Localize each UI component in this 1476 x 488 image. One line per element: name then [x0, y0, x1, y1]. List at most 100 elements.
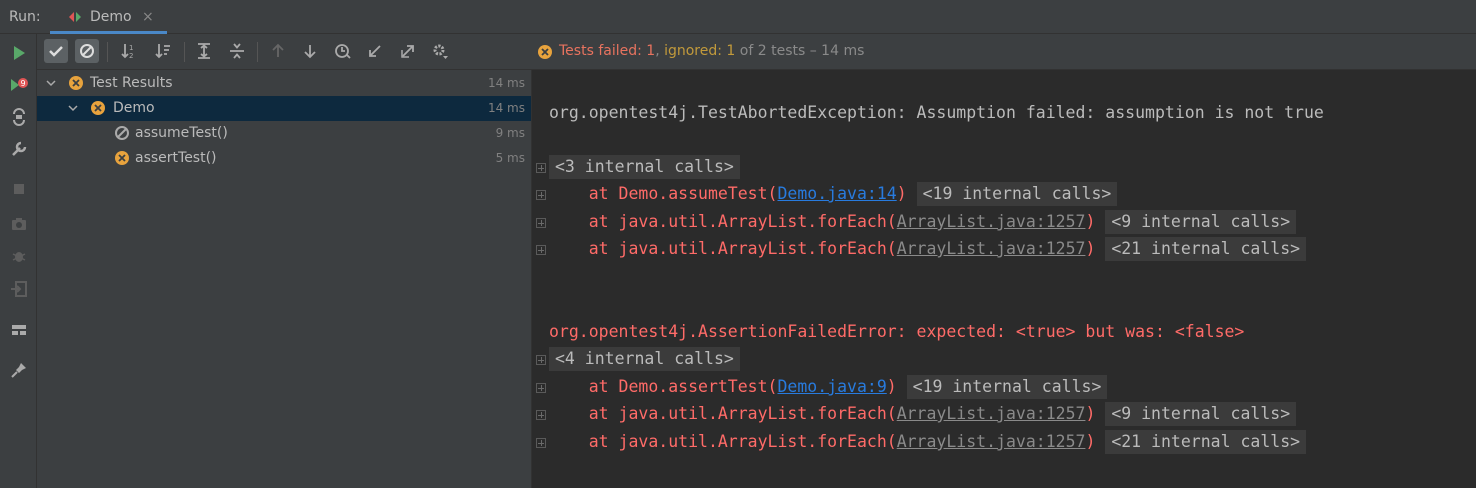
- folded-internal-calls[interactable]: <9 internal calls>: [1105, 210, 1297, 234]
- folded-internal-calls[interactable]: <21 internal calls>: [1105, 237, 1307, 261]
- import-icon[interactable]: [9, 279, 29, 299]
- check-icon: [49, 46, 63, 57]
- gear-icon: [433, 44, 448, 59]
- stack-frame: at Demo.assumeTest(Demo.java:14) <19 int…: [549, 182, 1118, 206]
- expand-fold-icon[interactable]: [536, 410, 546, 420]
- run-tool-window-header: Run: Demo ×: [0, 0, 1476, 34]
- tree-row-label: assumeTest(): [135, 125, 228, 141]
- show-passed-button[interactable]: [44, 39, 68, 63]
- test-failed-icon: [69, 76, 83, 90]
- wrench-icon[interactable]: [9, 139, 29, 159]
- test-tree-toolbar: 12: [37, 34, 532, 70]
- rerun-icon[interactable]: [9, 43, 29, 63]
- tab-demo[interactable]: Demo ×: [50, 0, 167, 34]
- arrow-down-icon: [304, 45, 316, 59]
- folded-internal-calls[interactable]: <4 internal calls>: [549, 347, 740, 371]
- folded-internal-calls[interactable]: <19 internal calls>: [906, 375, 1108, 399]
- source-link[interactable]: Demo.java:9: [777, 377, 886, 396]
- toggle-auto-test-icon[interactable]: [9, 107, 29, 127]
- svg-text:9: 9: [21, 79, 26, 88]
- tree-row-label: assertTest(): [135, 150, 217, 166]
- next-failed-button[interactable]: [298, 39, 322, 63]
- close-icon[interactable]: ×: [142, 9, 154, 25]
- stack-frame: at java.util.ArrayList.forEach(ArrayList…: [549, 402, 1297, 426]
- test-failed-icon: [538, 45, 552, 59]
- camera-icon[interactable]: [9, 214, 29, 234]
- svg-text:2: 2: [129, 52, 133, 60]
- clock-icon: [335, 44, 351, 59]
- test-results-tree: Test Results 14 ms Demo 14 ms assumeTest…: [37, 70, 532, 488]
- import-tests-button[interactable]: [363, 39, 387, 63]
- run-side-toolbar: 9: [0, 34, 37, 488]
- status-separator: ,: [655, 43, 665, 59]
- expand-fold-icon[interactable]: [536, 245, 546, 255]
- tree-row-assert-test[interactable]: assertTest() 5 ms: [37, 146, 531, 171]
- chevron-down-icon[interactable]: [45, 77, 57, 89]
- test-failed-icon: [115, 151, 129, 165]
- previous-failed-button[interactable]: [266, 39, 290, 63]
- expand-fold-icon[interactable]: [536, 190, 546, 200]
- junit-config-icon: [69, 12, 81, 22]
- stop-icon[interactable]: [9, 179, 29, 199]
- failed-count: Tests failed: 1: [559, 43, 656, 59]
- tree-row-demo[interactable]: Demo 14 ms: [37, 96, 531, 121]
- tree-row-label: Test Results: [90, 75, 173, 91]
- collapse-all-icon: [230, 43, 244, 59]
- tree-row-time: 5 ms: [495, 151, 525, 165]
- debug-bug-icon[interactable]: [9, 246, 29, 266]
- folded-internal-calls[interactable]: <19 internal calls>: [916, 182, 1118, 206]
- tab-label: Demo: [90, 9, 132, 25]
- sort-alpha-icon: 12: [121, 44, 133, 60]
- status-total: of 2 tests – 14 ms: [735, 43, 865, 59]
- export-tests-button[interactable]: [396, 39, 420, 63]
- rerun-failed-icon[interactable]: 9: [9, 75, 29, 95]
- source-link[interactable]: ArrayList.java:1257: [897, 212, 1086, 231]
- arrow-up-right-icon: [401, 45, 414, 58]
- expand-fold-icon[interactable]: [536, 438, 546, 448]
- test-status-text: Tests failed: 1, ignored: 1 of 2 tests –…: [559, 43, 864, 59]
- stack-frame: at Demo.assertTest(Demo.java:9) <19 inte…: [549, 375, 1108, 399]
- console-output[interactable]: org.opentest4j.TestAbortedException: Ass…: [532, 70, 1476, 488]
- expand-fold-icon[interactable]: [536, 355, 546, 365]
- sort-duration-icon: [155, 44, 170, 59]
- source-link[interactable]: ArrayList.java:1257: [897, 239, 1086, 258]
- folded-internal-calls[interactable]: <21 internal calls>: [1105, 430, 1307, 454]
- tree-row-label: Demo: [113, 100, 155, 116]
- source-link[interactable]: ArrayList.java:1257: [897, 404, 1086, 423]
- folded-internal-calls[interactable]: <9 internal calls>: [1105, 402, 1297, 426]
- expand-fold-icon[interactable]: [536, 218, 546, 228]
- ignored-icon: [80, 44, 94, 58]
- test-history-button[interactable]: [331, 39, 355, 63]
- run-label: Run:: [9, 9, 41, 25]
- stack-frame: at java.util.ArrayList.forEach(ArrayList…: [549, 210, 1297, 234]
- exception-message: org.opentest4j.AssertionFailedError: exp…: [549, 322, 1245, 341]
- layout-icon[interactable]: [9, 320, 29, 340]
- arrow-down-left-icon: [369, 45, 381, 57]
- test-failed-icon: [91, 101, 105, 115]
- tree-row-test-results[interactable]: Test Results 14 ms: [37, 71, 531, 96]
- test-ignored-icon: [115, 126, 129, 140]
- collapse-all-button[interactable]: [225, 39, 249, 63]
- expand-all-button[interactable]: [192, 39, 216, 63]
- ignored-count: ignored: 1: [664, 43, 736, 59]
- test-status-bar: Tests failed: 1, ignored: 1 of 2 tests –…: [532, 34, 1476, 70]
- tree-row-time: 14 ms: [487, 76, 525, 90]
- show-ignored-button[interactable]: [75, 39, 99, 63]
- tree-row-time: 14 ms: [487, 101, 525, 115]
- stack-frame: at java.util.ArrayList.forEach(ArrayList…: [549, 430, 1307, 454]
- tree-row-assume-test[interactable]: assumeTest() 9 ms: [37, 121, 531, 146]
- sort-by-duration-button[interactable]: [151, 39, 175, 63]
- pin-icon[interactable]: [9, 360, 29, 380]
- expand-all-icon: [198, 43, 210, 59]
- expand-fold-icon[interactable]: [536, 383, 546, 393]
- chevron-down-icon[interactable]: [67, 102, 79, 114]
- expand-fold-icon[interactable]: [536, 163, 546, 173]
- settings-button[interactable]: [428, 39, 452, 63]
- sort-alphabetically-button[interactable]: 12: [117, 39, 141, 63]
- arrow-up-icon: [272, 43, 284, 57]
- source-link[interactable]: ArrayList.java:1257: [897, 432, 1086, 451]
- exception-message: org.opentest4j.TestAbortedException: Ass…: [549, 103, 1324, 122]
- source-link[interactable]: Demo.java:14: [777, 184, 896, 203]
- tree-row-time: 9 ms: [495, 126, 525, 140]
- folded-internal-calls[interactable]: <3 internal calls>: [549, 155, 740, 179]
